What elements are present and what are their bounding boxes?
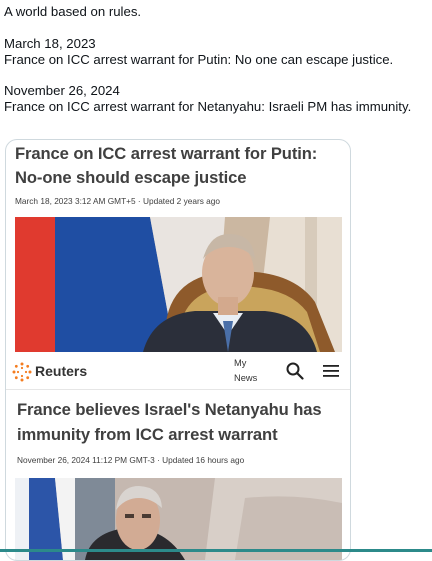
reuters-logo-icon[interactable] [12, 362, 32, 382]
article-a-photo [15, 217, 342, 352]
my-news-link[interactable]: My News [234, 356, 268, 386]
tweet-date-1: March 18, 2023 [4, 35, 96, 51]
article-a-headline: France on ICC arrest warrant for Putin: … [15, 144, 318, 187]
tweet-line-netanyahu: France on ICC arrest warrant for Netanya… [4, 99, 412, 115]
article-b-photo [15, 478, 342, 560]
article-b-meta: November 26, 2024 11:12 PM GMT-3 · Updat… [17, 455, 245, 465]
reuters-site-header: Reuters My News [6, 353, 350, 390]
tweet-text: A world based on rules. March 18, 2023 F… [4, 4, 428, 115]
search-icon[interactable] [286, 362, 304, 380]
article-a-meta: March 18, 2023 3:12 AM GMT+5 · Updated 2… [15, 196, 220, 206]
reuters-logo-text[interactable]: Reuters [35, 363, 87, 379]
tweet-date-2: November 26, 2024 [4, 83, 120, 99]
tweet-line-intro: A world based on rules. [4, 4, 142, 19]
article-b-headline: France believes Israel's Netanyahu has i… [17, 400, 322, 444]
menu-icon[interactable] [323, 364, 339, 378]
tweet-media-card[interactable]: France on ICC arrest warrant for Putin: … [5, 139, 351, 561]
tweet-line-putin: France on ICC arrest warrant for Putin: … [4, 51, 394, 67]
